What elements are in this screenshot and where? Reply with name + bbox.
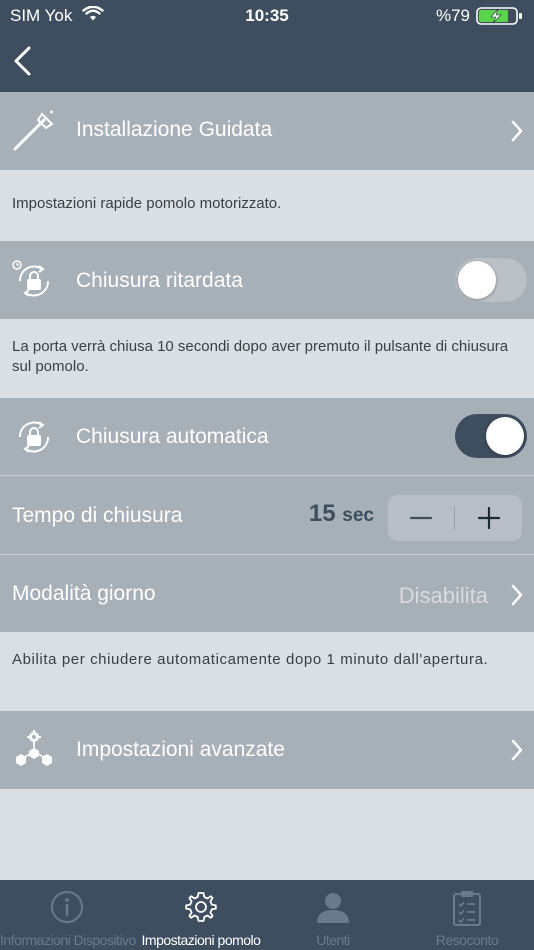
- minus-icon: [409, 516, 433, 520]
- tab-label: Utenti: [316, 932, 350, 948]
- toggle-knob: [458, 261, 496, 299]
- day-mode-description: Abilita per chiudere automaticamente dop…: [0, 632, 534, 711]
- lock-time-unit: sec: [342, 505, 374, 526]
- toggle-knob: [486, 417, 524, 455]
- lock-time-row: Tempo di chiusura 15 sec: [0, 476, 534, 554]
- delayed-lock-row: Chiusura ritardata: [0, 241, 534, 319]
- chevron-left-icon: [14, 46, 31, 76]
- stepper-separator: [454, 506, 455, 530]
- chevron-right-icon: [510, 739, 524, 761]
- tab-label: Resoconto: [435, 932, 499, 948]
- tab-report[interactable]: Resoconto: [400, 880, 534, 950]
- battery-charging-icon: [476, 7, 524, 30]
- tab-label: Informazioni Dispositivo: [0, 932, 136, 948]
- auto-lock-title: Chiusura automatica: [76, 425, 269, 448]
- tab-knob-settings[interactable]: Impostazioni pomolo: [134, 880, 268, 950]
- auto-lock-toggle[interactable]: [455, 414, 527, 458]
- day-mode-row[interactable]: Modalità giorno Disabilita: [0, 555, 534, 632]
- guided-setup-title: Installazione Guidata: [76, 118, 273, 141]
- decrement-button[interactable]: [388, 495, 454, 541]
- lock-time-stepper: [388, 495, 522, 541]
- delayed-lock-title: Chiusura ritardata: [76, 269, 243, 292]
- tab-bar: Informazioni Dispositivo Impostazioni po…: [0, 880, 534, 950]
- guided-setup-row[interactable]: Installazione Guidata: [0, 92, 534, 170]
- delayed-lock-description: La porta verrà chiusa 10 secondi dopo av…: [0, 319, 534, 398]
- network-gear-icon: [12, 729, 56, 776]
- info-icon: [50, 890, 84, 929]
- back-button[interactable]: [10, 44, 36, 78]
- status-bar: SIM Yok 10:35 %79: [0, 0, 534, 32]
- clipboard-icon: [452, 890, 482, 931]
- tab-device-info[interactable]: Informazioni Dispositivo: [0, 880, 136, 950]
- lock-time-value: 15 sec: [309, 500, 374, 528]
- user-icon: [316, 890, 350, 929]
- day-mode-label: Modalità giorno: [12, 582, 156, 605]
- tab-label: Impostazioni pomolo: [141, 932, 261, 948]
- day-mode-value: Disabilita: [398, 583, 488, 608]
- wand-icon: [12, 110, 56, 157]
- guided-setup-description: Impostazioni rapide pomolo motorizzato.: [0, 170, 534, 241]
- delayed-lock-toggle[interactable]: [455, 258, 527, 302]
- lock-time-label: Tempo di chiusura: [12, 504, 183, 527]
- tab-users[interactable]: Utenti: [266, 880, 400, 950]
- plus-icon: [477, 506, 501, 530]
- advanced-settings-row[interactable]: Impostazioni avanzate: [0, 711, 534, 789]
- battery-percent: %79: [435, 6, 470, 25]
- nav-header: SIM Yok 10:35 %79: [0, 0, 534, 92]
- lock-time-number: 15: [308, 500, 336, 527]
- chevron-right-icon: [510, 120, 524, 142]
- increment-button[interactable]: [456, 495, 522, 541]
- auto-lock-icon: [12, 415, 56, 464]
- chevron-right-icon: [510, 584, 524, 606]
- auto-lock-row: Chiusura automatica: [0, 398, 534, 475]
- timer-lock-icon: [12, 259, 56, 308]
- advanced-settings-title: Impostazioni avanzate: [76, 738, 285, 761]
- gear-icon: [184, 890, 218, 929]
